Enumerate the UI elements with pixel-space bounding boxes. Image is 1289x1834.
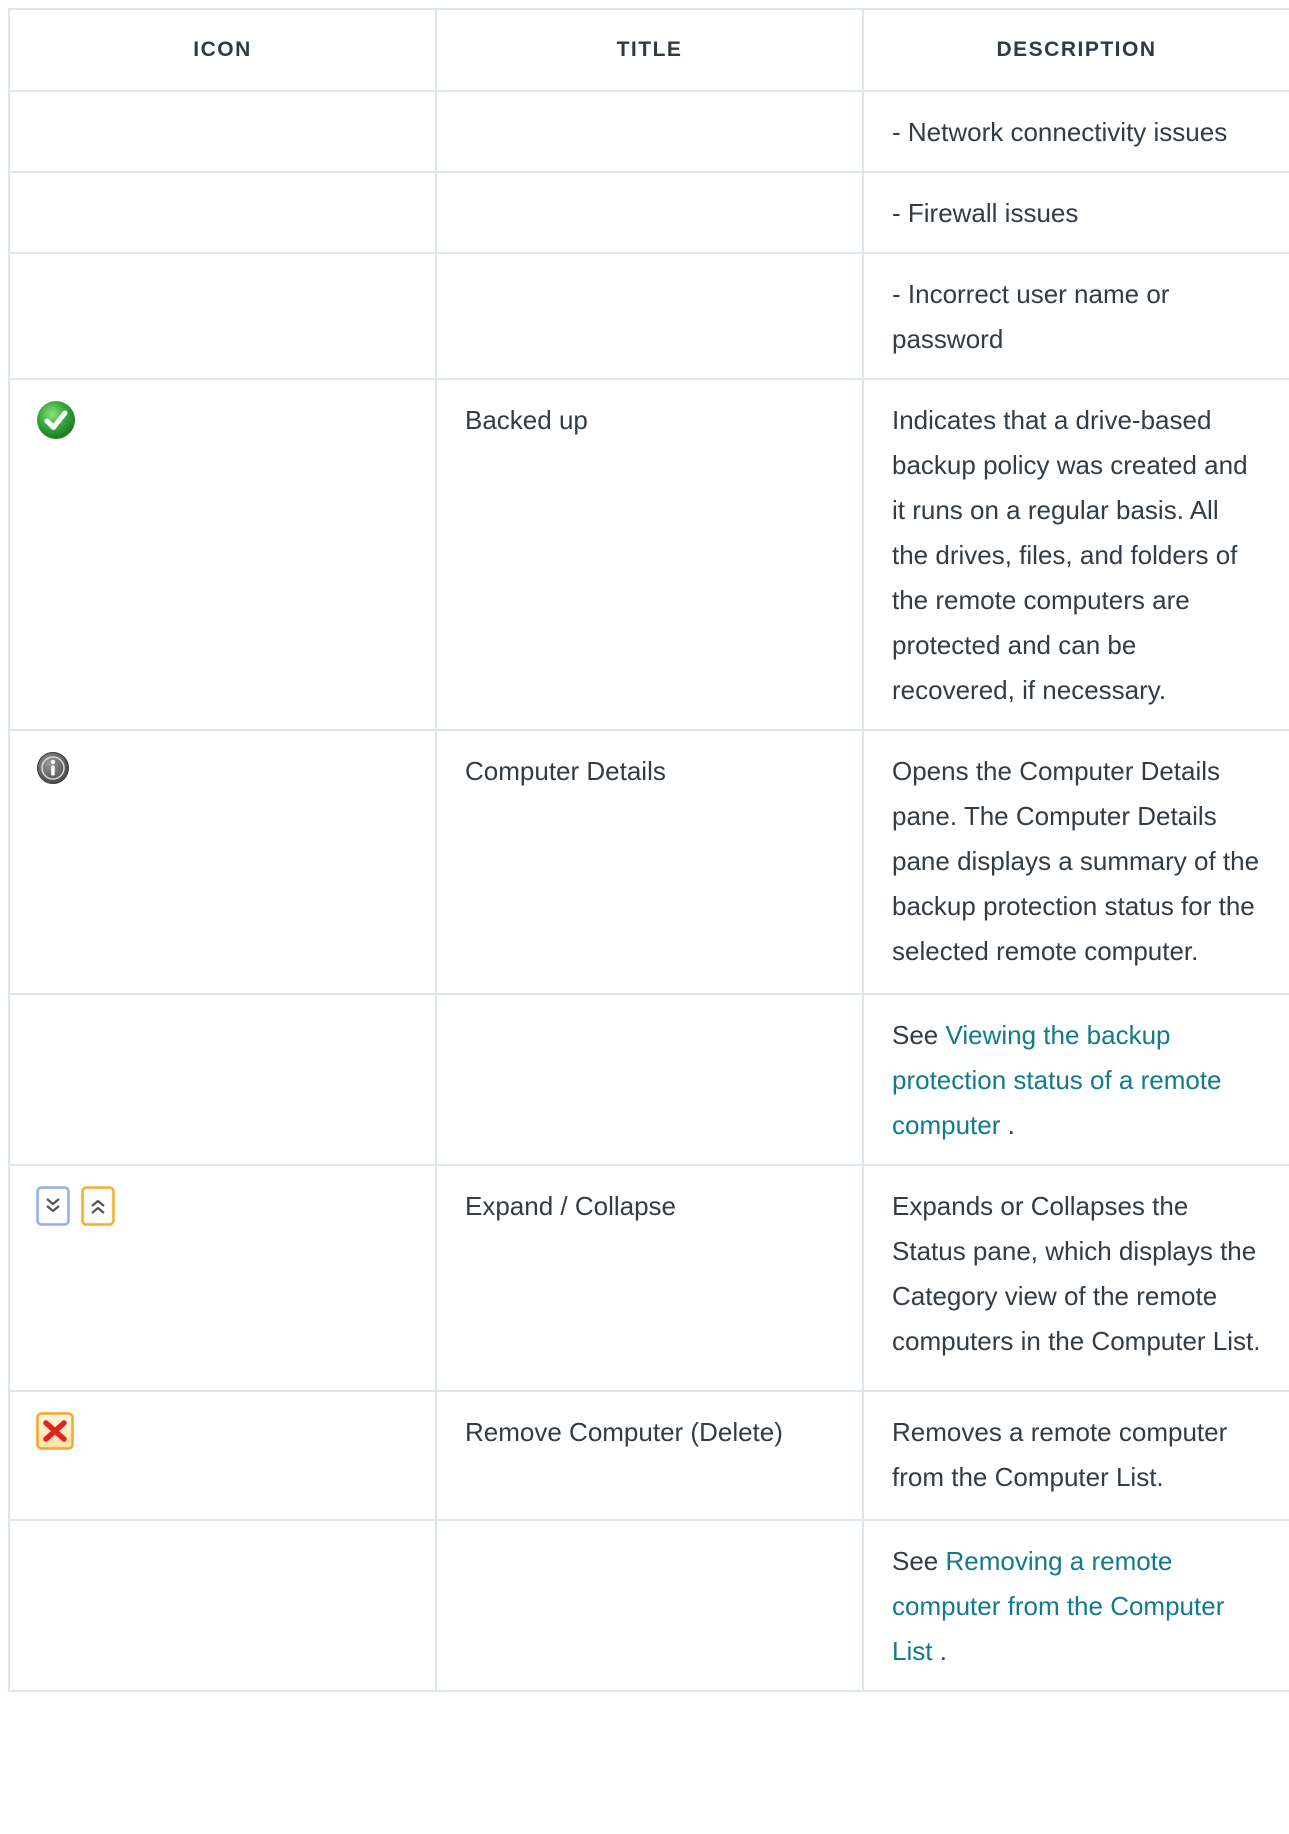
icon-cell <box>8 729 437 995</box>
remove-computer-icon <box>36 1412 74 1464</box>
icon-cell <box>8 171 437 254</box>
see-suffix: . <box>932 1636 947 1666</box>
title-cell <box>435 993 864 1166</box>
title-cell <box>435 90 864 173</box>
description-cell: See Viewing the backup protection status… <box>862 993 1289 1166</box>
info-icon <box>36 751 70 799</box>
title-cell <box>435 1519 864 1692</box>
expand-icon <box>36 1186 70 1240</box>
green-checkmark-icon <box>36 400 76 454</box>
description-cell: Expands or Collapses the Status pane, wh… <box>862 1164 1289 1392</box>
column-header-title: TITLE <box>435 8 864 92</box>
icon-cell <box>8 993 437 1166</box>
table-row: See Viewing the backup protection status… <box>8 993 1289 1166</box>
column-header-description: DESCRIPTION <box>862 8 1289 92</box>
description-cell: - Incorrect user name or password <box>862 252 1289 380</box>
title-cell: Remove Computer (Delete) <box>435 1390 864 1521</box>
see-suffix: . <box>1000 1110 1015 1140</box>
see-prefix: See <box>892 1020 946 1050</box>
table-row: See Removing a remote computer from the … <box>8 1519 1289 1692</box>
table-row: - Incorrect user name or password <box>8 252 1289 380</box>
table-row: - Network connectivity issues <box>8 90 1289 173</box>
title-cell <box>435 171 864 254</box>
table-header-row: ICON TITLE DESCRIPTION <box>8 8 1289 92</box>
description-cell: Indicates that a drive-based backup poli… <box>862 378 1289 731</box>
icon-cell <box>8 1390 437 1521</box>
icon-cell <box>8 378 437 731</box>
expand-collapse-icons <box>36 1186 119 1240</box>
title-cell: Backed up <box>435 378 864 731</box>
description-cell: See Removing a remote computer from the … <box>862 1519 1289 1692</box>
table-row: Expand / Collapse Expands or Collapses t… <box>8 1164 1289 1392</box>
description-cell: - Firewall issues <box>862 171 1289 254</box>
see-prefix: See <box>892 1546 946 1576</box>
icon-cell <box>8 1519 437 1692</box>
table-row: Computer Details Opens the Computer Deta… <box>8 729 1289 995</box>
column-header-icon: ICON <box>8 8 437 92</box>
icon-reference-table: ICON TITLE DESCRIPTION - Network connect… <box>8 8 1289 1692</box>
description-cell: Opens the Computer Details pane. The Com… <box>862 729 1289 995</box>
table-row: Backed up Indicates that a drive-based b… <box>8 378 1289 731</box>
icon-cell <box>8 90 437 173</box>
description-cell: - Network connectivity issues <box>862 90 1289 173</box>
table-row: Remove Computer (Delete) Removes a remot… <box>8 1390 1289 1521</box>
title-cell: Computer Details <box>435 729 864 995</box>
description-cell: Removes a remote computer from the Compu… <box>862 1390 1289 1521</box>
collapse-icon <box>81 1186 115 1240</box>
title-cell: Expand / Collapse <box>435 1164 864 1392</box>
title-cell <box>435 252 864 380</box>
table-row: - Firewall issues <box>8 171 1289 254</box>
icon-cell <box>8 1164 437 1392</box>
icon-cell <box>8 252 437 380</box>
